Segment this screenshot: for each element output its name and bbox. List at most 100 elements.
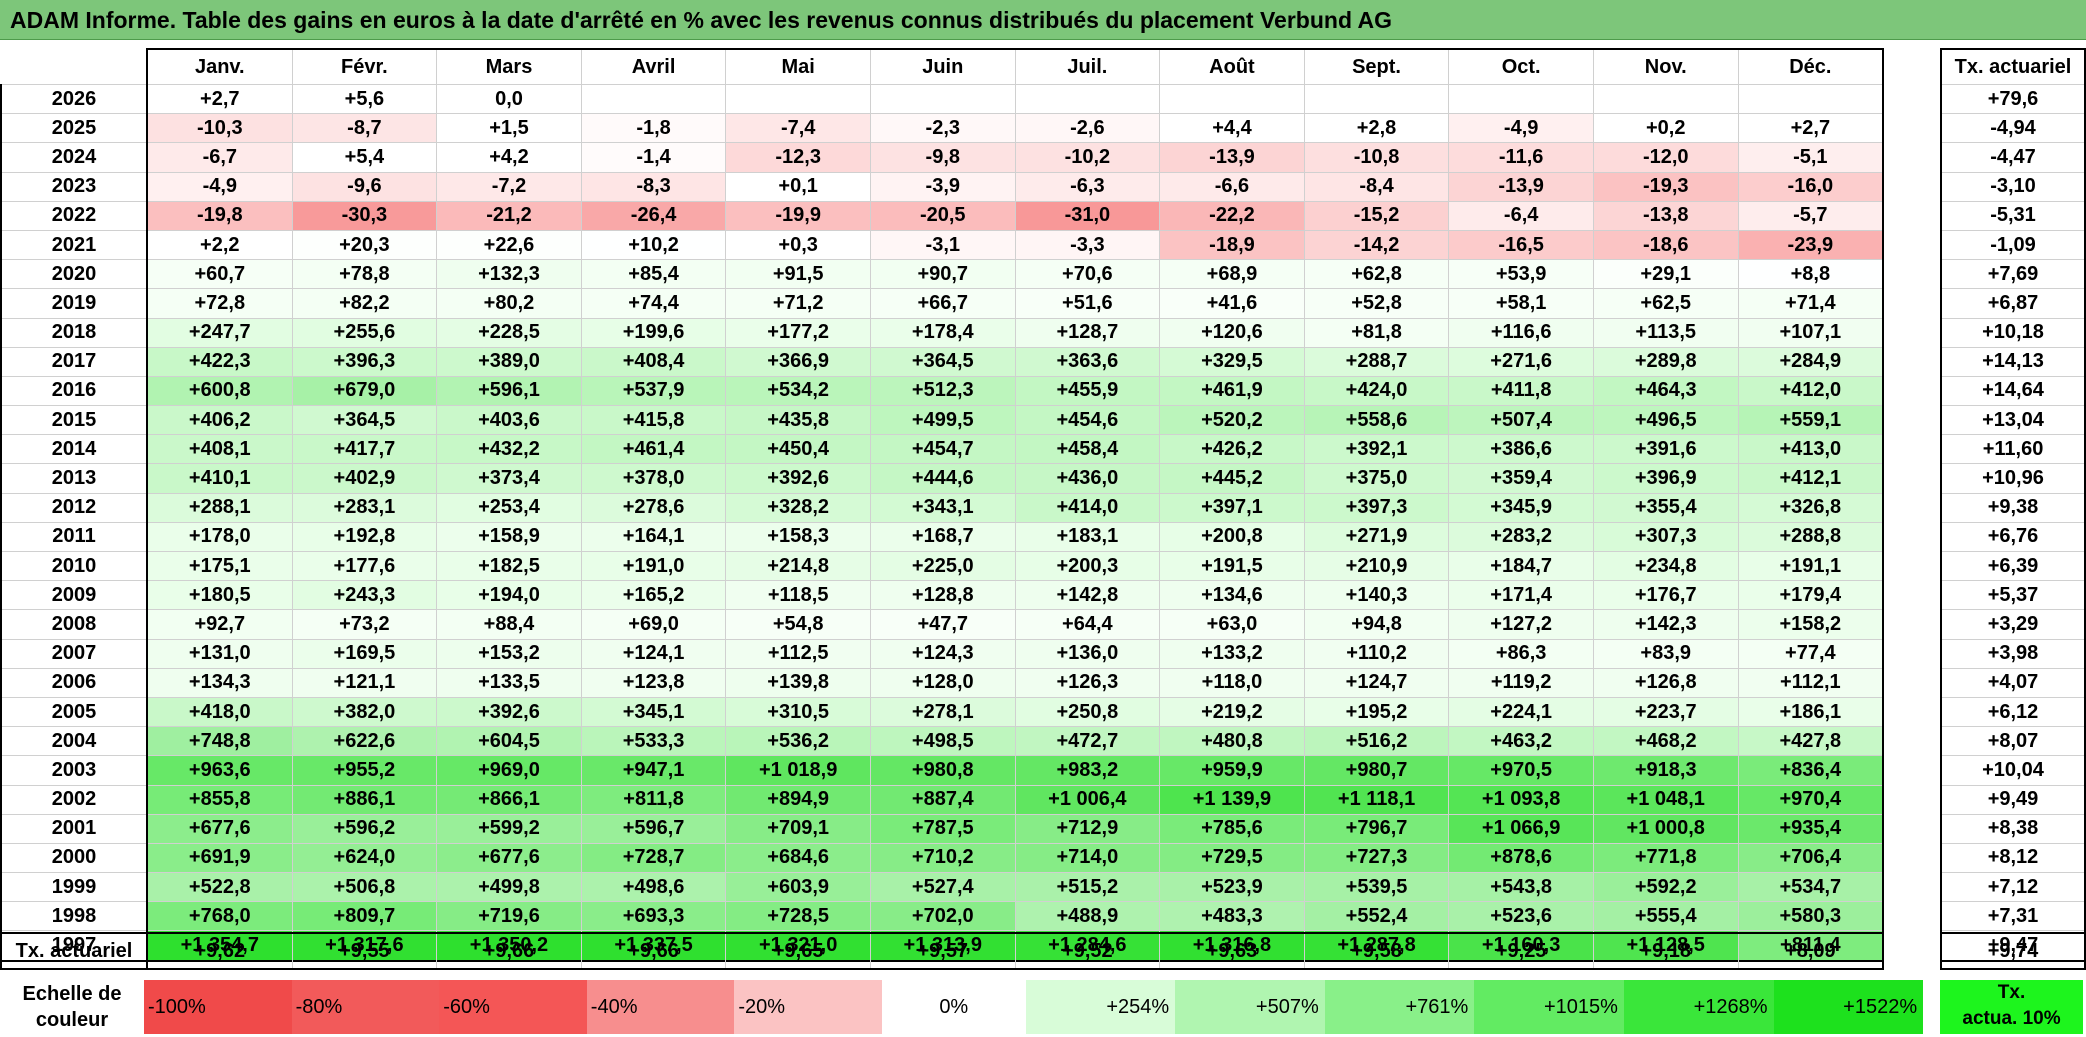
gain-cell: -13,8 — [1592, 200, 1739, 231]
gain-cell: +85,4 — [580, 259, 727, 290]
gain-cell: +283,2 — [1448, 521, 1594, 553]
gain-cell: +283,1 — [291, 492, 438, 523]
gain-cell: +450,4 — [725, 434, 871, 465]
gain-cell: +171,4 — [1448, 580, 1594, 611]
gain-cell: +599,2 — [436, 813, 582, 844]
gain-cell — [1448, 83, 1594, 115]
gain-cell: +677,6 — [436, 842, 582, 874]
gain-cell: +284,9 — [1737, 346, 1885, 377]
table-row: 2012 +288,1 +283,1 +253,4 +278,6 +328,2 +343,1… — [0, 492, 1885, 523]
color-scale-swatch: -60% — [439, 980, 587, 1034]
gain-cell: +444,6 — [869, 463, 1016, 494]
gain-cell: +768,0 — [146, 901, 293, 932]
gain-cell: +328,2 — [725, 492, 871, 523]
gain-cell: -19,8 — [146, 200, 293, 231]
gain-cell: +191,0 — [580, 550, 727, 582]
gain-cell: +454,7 — [869, 434, 1016, 465]
table-row: 2009 +180,5 +243,3 +194,0 +165,2 +118,5 +128,8… — [0, 580, 1885, 611]
gain-cell: +2,7 — [1737, 113, 1885, 144]
gain-cell: +142,3 — [1592, 609, 1739, 640]
gain-cell: +970,4 — [1737, 784, 1885, 815]
gain-cell: +81,8 — [1303, 317, 1450, 348]
month-header-cell: Mai — [725, 48, 871, 85]
gain-cell: +878,6 — [1448, 842, 1594, 874]
gain-cell: +64,4 — [1014, 609, 1161, 640]
footer-rate-cell: +9,66 — [580, 932, 727, 970]
side-table-container: Tx. actuariel +79,6 -4,94 -4,47 -3,10 -5,31-… — [1940, 48, 2086, 962]
gain-cell: +811,8 — [580, 784, 727, 815]
color-scale-swatch: -20% — [734, 980, 882, 1034]
color-scale-swatch: -80% — [291, 980, 440, 1034]
table-row: +3,29 — [1940, 609, 2086, 640]
gain-cell: +539,5 — [1303, 872, 1450, 903]
gain-cell: +1 000,8 — [1592, 813, 1739, 844]
gain-cell: -9,8 — [869, 142, 1016, 173]
gain-cell: +124,3 — [869, 638, 1016, 669]
gain-cell: +496,5 — [1592, 405, 1739, 436]
gain-cell: +1,5 — [436, 113, 582, 144]
table-row: 2006 +134,3 +121,1 +133,5 +123,8 +139,8 +128,0… — [0, 667, 1885, 698]
gain-cell: +392,6 — [436, 696, 582, 728]
gain-cell: +866,1 — [436, 784, 582, 815]
gain-cell: -16,5 — [1448, 229, 1594, 261]
year-cell: 2022 — [0, 200, 148, 231]
color-scale-swatch: -40% — [586, 980, 735, 1034]
table-row: 2020 +60,7 +78,8 +132,3 +85,4 +91,5 +90,7 +70,6… — [0, 259, 1885, 290]
gain-cell: +140,3 — [1303, 580, 1450, 611]
annual-rate-cell: +7,12 — [1940, 872, 2086, 903]
annual-rate-cell: +3,98 — [1940, 638, 2086, 669]
table-row: +10,18 — [1940, 317, 2086, 348]
gain-cell: +164,1 — [580, 521, 727, 553]
year-cell: 2015 — [0, 405, 148, 436]
gain-cell: +483,3 — [1159, 901, 1305, 932]
gain-cell: +458,4 — [1014, 434, 1161, 465]
gain-cell: -13,9 — [1448, 171, 1594, 202]
year-cell: 2007 — [0, 638, 148, 669]
gain-cell: -20,5 — [869, 200, 1016, 231]
gain-cell: +435,8 — [725, 405, 871, 436]
table-row: 2018 +247,7 +255,6 +228,5 +199,6 +177,2 +178,4… — [0, 317, 1885, 348]
gain-cell: +454,6 — [1014, 405, 1161, 436]
gain-cell: +506,8 — [291, 872, 438, 903]
year-cell: 2008 — [0, 609, 148, 640]
gain-cell: +424,0 — [1303, 375, 1450, 407]
color-scale-container: Echelle de couleur -100% -80% -60% -40% -20%… — [0, 980, 1924, 1034]
gain-cell: -6,7 — [146, 142, 293, 173]
gain-cell: -6,4 — [1448, 200, 1594, 231]
gain-cell: -8,3 — [580, 171, 727, 202]
table-row: 2019 +72,8 +82,2 +80,2 +74,4 +71,2 +66,7 +51,6 +… — [0, 288, 1885, 319]
year-cell: 2011 — [0, 521, 148, 553]
year-cell: 2004 — [0, 726, 148, 757]
gain-cell — [1014, 83, 1161, 115]
gain-cell: +488,9 — [1014, 901, 1161, 932]
gain-cell: +139,8 — [725, 667, 871, 698]
gain-cell: +373,4 — [436, 463, 582, 494]
gain-cell: +691,9 — [146, 842, 293, 874]
gain-cell: +126,8 — [1592, 667, 1739, 698]
color-scale-row: Echelle de couleur -100% -80% -60% -40% -20%… — [0, 980, 1924, 1034]
gain-cell: +728,5 — [725, 901, 871, 932]
color-scale-label: Echelle de couleur — [0, 980, 144, 1034]
table-row: 2005 +418,0 +382,0 +392,6 +345,1 +310,5 +278,1… — [0, 696, 1885, 728]
gain-cell: +596,1 — [436, 375, 582, 407]
table-row: +9,38 — [1940, 492, 2086, 523]
gain-cell: +116,6 — [1448, 317, 1594, 348]
color-scale-swatch: +1015% — [1474, 980, 1624, 1034]
gain-cell: +413,0 — [1737, 434, 1885, 465]
annual-rate-table: Tx. actuariel +79,6 -4,94 -4,47 -3,10 -5,31-… — [1940, 48, 2086, 962]
gain-cell: +343,1 — [869, 492, 1016, 523]
gain-cell: +729,5 — [1159, 842, 1305, 874]
gain-cell: +522,8 — [146, 872, 293, 903]
gain-cell: +200,8 — [1159, 521, 1305, 553]
gain-cell: +410,1 — [146, 463, 293, 494]
side-footer-container: +9,74 — [1940, 932, 2086, 970]
color-scale-label-line1: Echelle de — [22, 983, 122, 1005]
gain-cell: -21,2 — [436, 200, 582, 231]
gain-cell: +177,6 — [291, 550, 438, 582]
table-row: 2024 -6,7 +5,4 +4,2 -1,4 -12,3 -9,8 -10,2 -13,9-… — [0, 142, 1885, 173]
gain-cell: +22,6 — [436, 229, 582, 261]
annual-rate-cell: +11,60 — [1940, 434, 2086, 465]
gain-cell: +71,2 — [725, 288, 871, 319]
gain-cell: +408,4 — [580, 346, 727, 377]
gain-cell: -3,1 — [869, 229, 1016, 261]
